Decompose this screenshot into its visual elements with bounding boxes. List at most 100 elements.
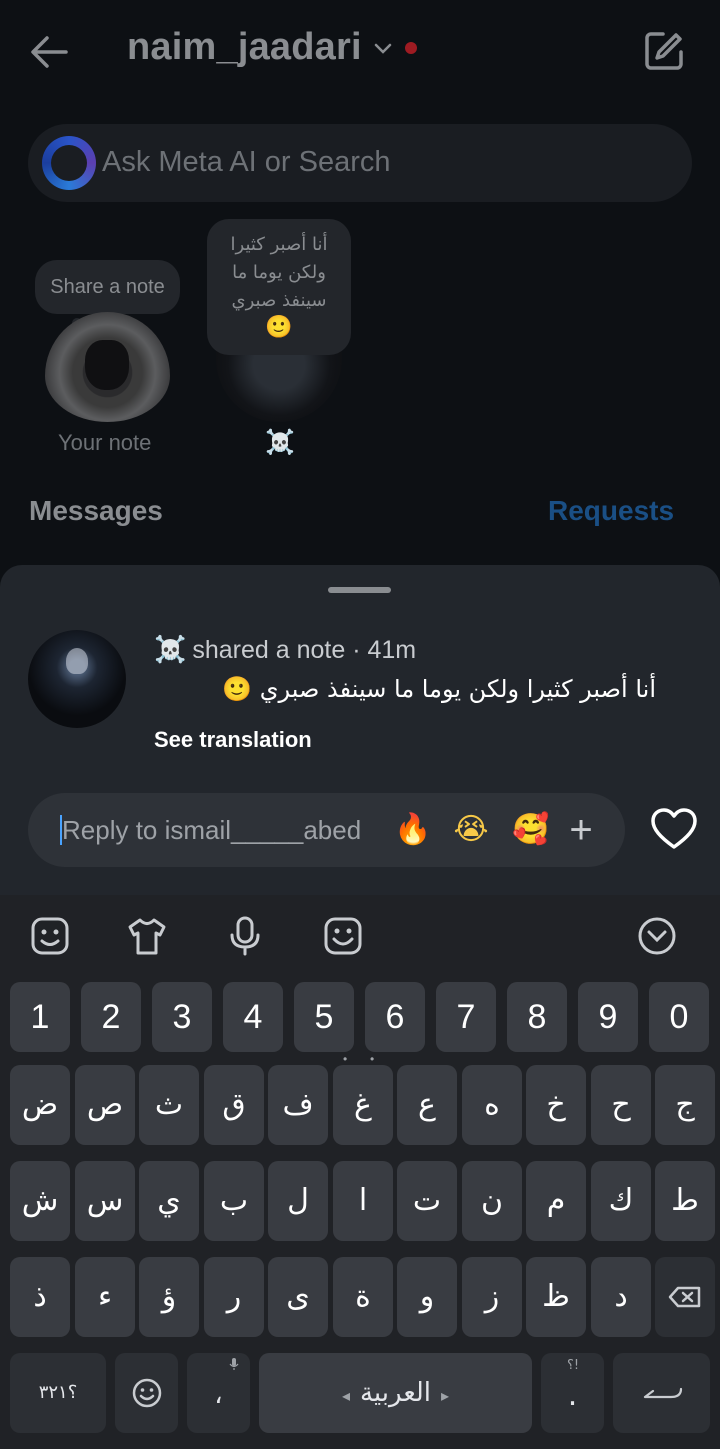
skull-emoji: ☠️ [154,635,187,665]
key-letter[interactable]: ل [268,1161,328,1241]
key-letter[interactable]: ك [591,1161,651,1241]
key-6[interactable]: 6 [365,982,425,1052]
period-hint: ؟! [567,1358,580,1373]
avatar-silhouette [85,340,129,390]
key-9[interactable]: 9 [578,982,638,1052]
key-letter[interactable]: ج [655,1065,715,1145]
emoji-key[interactable] [115,1353,178,1433]
key-4[interactable]: 4 [223,982,283,1052]
note-meta-text: shared a note · 41m [192,636,417,664]
microphone-icon[interactable] [224,915,266,957]
key-hint-dot: • [343,1052,348,1066]
backspace-key[interactable] [655,1257,715,1337]
own-avatar[interactable] [45,312,170,422]
keyboard: 1 2 3 4 5 6 7 8 9 0 • • ض ص ث ق ف غ ع ه … [0,895,720,1449]
arrow-right-small-icon: ▸ [441,1386,450,1405]
notification-dot [405,42,417,54]
key-letter[interactable]: ن [462,1161,522,1241]
space-key[interactable]: ◂ العربية ▸ [259,1353,532,1433]
enter-icon [643,1387,683,1399]
search-bar[interactable]: Ask Meta AI or Search [28,124,692,202]
smile-emoji: 🙂 [222,675,253,703]
comma-label: ، [214,1380,223,1410]
messages-heading: Messages [29,495,163,526]
your-note-label: Your note [58,430,152,455]
account-username[interactable]: naim_jaadari [127,26,362,69]
enter-key[interactable] [613,1353,710,1433]
friend-note-line-3: سينفذ صبري [231,290,327,311]
key-letter[interactable]: ش [10,1161,70,1241]
key-2[interactable]: 2 [81,982,141,1052]
sender-avatar[interactable] [28,630,126,728]
reply-input[interactable] [62,811,382,849]
note-text: أنا أصبر كثيرا ولكن يوما ما سينفذ صبري 🙂 [154,675,656,703]
comma-key[interactable]: ، [187,1353,250,1433]
emoji-board-icon[interactable] [322,915,364,957]
key-letter[interactable]: ق [204,1065,264,1145]
key-letter[interactable]: م [526,1161,586,1241]
backspace-icon [668,1286,701,1308]
key-0[interactable]: 0 [649,982,709,1052]
key-letter[interactable]: و [397,1257,457,1337]
key-letter[interactable]: ث [139,1065,199,1145]
key-letter[interactable]: ة [333,1257,393,1337]
sticker-icon[interactable] [29,915,71,957]
hearts-face-reaction-button[interactable]: 🥰 [508,807,554,853]
collapse-keyboard-icon[interactable] [636,915,678,957]
top-bar: naim_jaadari [0,0,720,104]
compose-icon[interactable] [643,30,685,72]
key-hint-dot: • [370,1052,375,1066]
meta-ai-icon [42,136,96,190]
emoji-icon [132,1378,162,1408]
key-7[interactable]: 7 [436,982,496,1052]
heart-icon[interactable] [650,807,698,851]
requests-link[interactable]: Requests [548,495,674,527]
friend-note-bubble[interactable]: أنا أصبر كثيرا ولكن يوما ما سينفذ صبري 🙂 [207,219,351,355]
numbers-symbols-key[interactable]: ؟٣٢١ [10,1353,106,1433]
search-placeholder: Ask Meta AI or Search [102,146,391,178]
space-label: العربية [359,1378,432,1408]
inbox-background: naim_jaadari Ask Meta AI or Search Share… [0,0,720,600]
key-letter[interactable]: ط [655,1161,715,1241]
key-letter[interactable]: ح [591,1065,651,1145]
period-key[interactable]: . ؟! [541,1353,604,1433]
key-letter[interactable]: ر [204,1257,264,1337]
friend-note-line-2: ولكن يوما ما [232,262,326,283]
friend-note-line-1: أنا أصبر كثيرا [230,234,328,255]
key-letter[interactable]: ف [268,1065,328,1145]
key-letter[interactable]: د [591,1257,651,1337]
key-letter[interactable]: ء [75,1257,135,1337]
drag-handle[interactable] [328,587,391,593]
key-letter[interactable]: ي [139,1161,199,1241]
key-5[interactable]: 5 [294,982,354,1052]
key-letter[interactable]: ز [462,1257,522,1337]
arrow-left-icon[interactable] [26,30,72,74]
key-letter[interactable]: غ [333,1065,393,1145]
share-note-bubble[interactable]: Share a note [35,260,180,314]
key-3[interactable]: 3 [152,982,212,1052]
note-reply-sheet: ☠️ shared a note · 41m أنا أصبر كثيرا ولك… [0,565,720,895]
key-letter[interactable]: ع [397,1065,457,1145]
see-translation-link[interactable]: See translation [154,727,312,753]
key-letter[interactable]: خ [526,1065,586,1145]
key-letter[interactable]: ا [333,1161,393,1241]
key-letter[interactable]: ى [268,1257,328,1337]
smile-emoji: 🙂 [265,315,293,340]
key-letter[interactable]: ه [462,1065,522,1145]
fire-reaction-button[interactable]: 🔥 [390,807,436,853]
key-letter[interactable]: ؤ [139,1257,199,1337]
key-letter[interactable]: ص [75,1065,135,1145]
key-letter[interactable]: ذ [10,1257,70,1337]
shirt-icon[interactable] [126,915,168,957]
key-8[interactable]: 8 [507,982,567,1052]
crying-reaction-button[interactable]: 😭 [448,807,494,853]
key-letter[interactable]: ض [10,1065,70,1145]
key-letter[interactable]: س [75,1161,135,1241]
mic-hint-icon [229,1358,239,1370]
chevron-down-icon[interactable] [374,42,392,56]
key-letter[interactable]: ت [397,1161,457,1241]
add-reaction-button[interactable]: + [558,807,604,853]
key-1[interactable]: 1 [10,982,70,1052]
arrow-left-small-icon: ◂ [341,1386,350,1405]
key-letter[interactable]: ب [204,1161,264,1241]
